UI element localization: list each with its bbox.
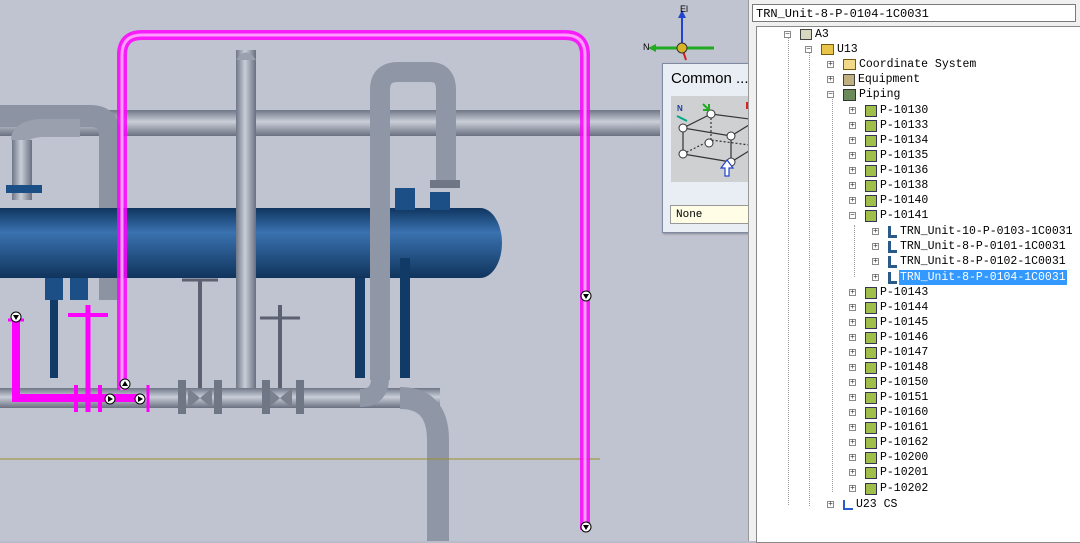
path-field[interactable]: TRN_Unit-8-P-0104-1C0031 [752,4,1076,22]
pipe-run-icon [888,225,897,238]
dialog-title: Common ... [671,70,748,87]
tree-node-pipeline[interactable]: − P-10141 [849,208,929,223]
pipeline-icon [865,376,877,389]
tree-node-pipeline[interactable]: + P-10202 [849,481,929,496]
3d-viewport[interactable]: El N Common ... x [0,0,748,541]
pipeline-icon [865,164,877,177]
tree-node-pipeline[interactable]: + P-10201 [849,465,929,480]
tree-node-pipeline[interactable]: + P-10151 [849,390,929,405]
pipeline-icon [865,331,877,344]
tree-node-pipeline[interactable]: + P-10200 [849,450,929,465]
tree-node-pipeline[interactable]: + P-10162 [849,435,929,450]
tree-node-coordinate-system[interactable]: + Coordinate System [827,57,977,72]
folder-icon [821,44,834,55]
tree-node-pipe-run[interactable]: + TRN_Unit-10-P-0103-1C0031 [872,224,1074,239]
pipeline-icon [865,316,877,329]
tree-node-pipeline[interactable]: + P-10150 [849,375,929,390]
tree-node-pipeline[interactable]: + P-10133 [849,118,929,133]
tree-node-u13[interactable]: − U13 [805,42,859,57]
tree-node-piping[interactable]: − Piping [827,87,901,102]
tree-node-pipeline[interactable]: + P-10140 [849,193,929,208]
tree-node-pipe-run-selected[interactable]: + TRN_Unit-8-P-0104-1C0031 [872,270,1067,285]
tree-node-pipeline[interactable]: + P-10146 [849,330,929,345]
tree-node-pipeline[interactable]: + P-10160 [849,405,929,420]
pipeline-icon [865,361,877,374]
piping-icon [843,88,856,101]
coordinate-system-icon [843,59,856,70]
tree-node-pipe-run[interactable]: + TRN_Unit-8-P-0102-1C0031 [872,254,1067,269]
pipeline-icon [865,406,877,419]
pipeline-icon [865,104,877,117]
pipe-run-icon [888,240,897,253]
tree-node-pipeline[interactable]: + P-10143 [849,285,929,300]
pipeline-icon [865,466,877,479]
cs-icon [843,499,853,510]
pipe-run-icon [888,271,897,284]
tree-node-pipeline[interactable]: + P-10130 [849,103,929,118]
view-value-field[interactable]: None [670,205,748,224]
pipeline-icon [865,119,877,132]
pipeline-icon [865,421,877,434]
view-n-label: N [677,104,683,113]
pipeline-icon [865,391,877,404]
pipeline-icon [865,149,877,162]
compass-left-label: N [643,42,650,52]
tree-node-pipeline[interactable]: + P-10138 [849,178,929,193]
tree-node-pipeline[interactable]: + P-10134 [849,133,929,148]
model-tree[interactable]: − A3 − U13 + Coordinate System + Equipme… [756,26,1080,543]
tree-node-pipeline[interactable]: + P-10135 [849,148,929,163]
pipeline-icon [865,194,877,207]
compass-icon[interactable] [648,10,714,61]
pipeline-icon [865,301,877,314]
compass-up-label: El [680,4,689,14]
tree-node-pipeline[interactable]: + P-10136 [849,163,929,178]
tree-node-pipeline[interactable]: + P-10144 [849,300,929,315]
pipe-run-icon [888,255,897,268]
tree-node-a3[interactable]: − A3 [784,27,830,42]
tree-node-equipment[interactable]: + Equipment [827,72,921,87]
tree-node-pipeline[interactable]: + P-10145 [849,315,929,330]
tree-node-u23[interactable]: + U23 CS [827,497,898,512]
tree-node-pipe-run[interactable]: + TRN_Unit-8-P-0101-1C0031 [872,239,1067,254]
equipment-icon [843,73,855,86]
pipeline-icon [865,179,877,192]
common-view-dialog: Common ... x [662,63,748,233]
pipeline-icon [865,436,877,449]
pipeline-icon [865,286,877,299]
pipeline-icon [865,134,877,147]
tree-node-pipeline[interactable]: + P-10147 [849,345,929,360]
unit-icon [800,29,812,40]
pipeline-icon [865,209,877,222]
pipeline-icon [865,482,877,495]
pipeline-icon [865,451,877,464]
pipeline-icon [865,346,877,359]
tree-node-pipeline[interactable]: + P-10161 [849,420,929,435]
view-cube-image[interactable]: N [671,96,748,182]
tree-node-pipeline[interactable]: + P-10148 [849,360,929,375]
